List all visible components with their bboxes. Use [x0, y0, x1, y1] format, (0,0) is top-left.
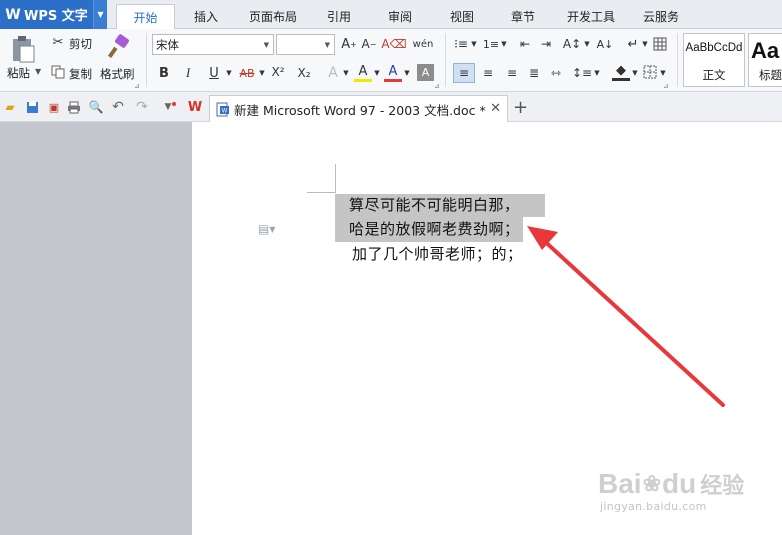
annotation-arrow-icon — [527, 226, 725, 407]
watermark-brand-text2: du — [662, 468, 697, 499]
paw-icon: ❀ — [642, 471, 662, 496]
watermark-brand: Bai ❀ du 经验 — [598, 468, 744, 500]
watermark-url: jingyan.baidu.com — [600, 500, 707, 513]
watermark: Bai ❀ du 经验 jingyan.baidu.com — [598, 468, 744, 513]
watermark-brand-text: Bai — [598, 468, 642, 499]
watermark-cn: 经验 — [700, 473, 745, 498]
